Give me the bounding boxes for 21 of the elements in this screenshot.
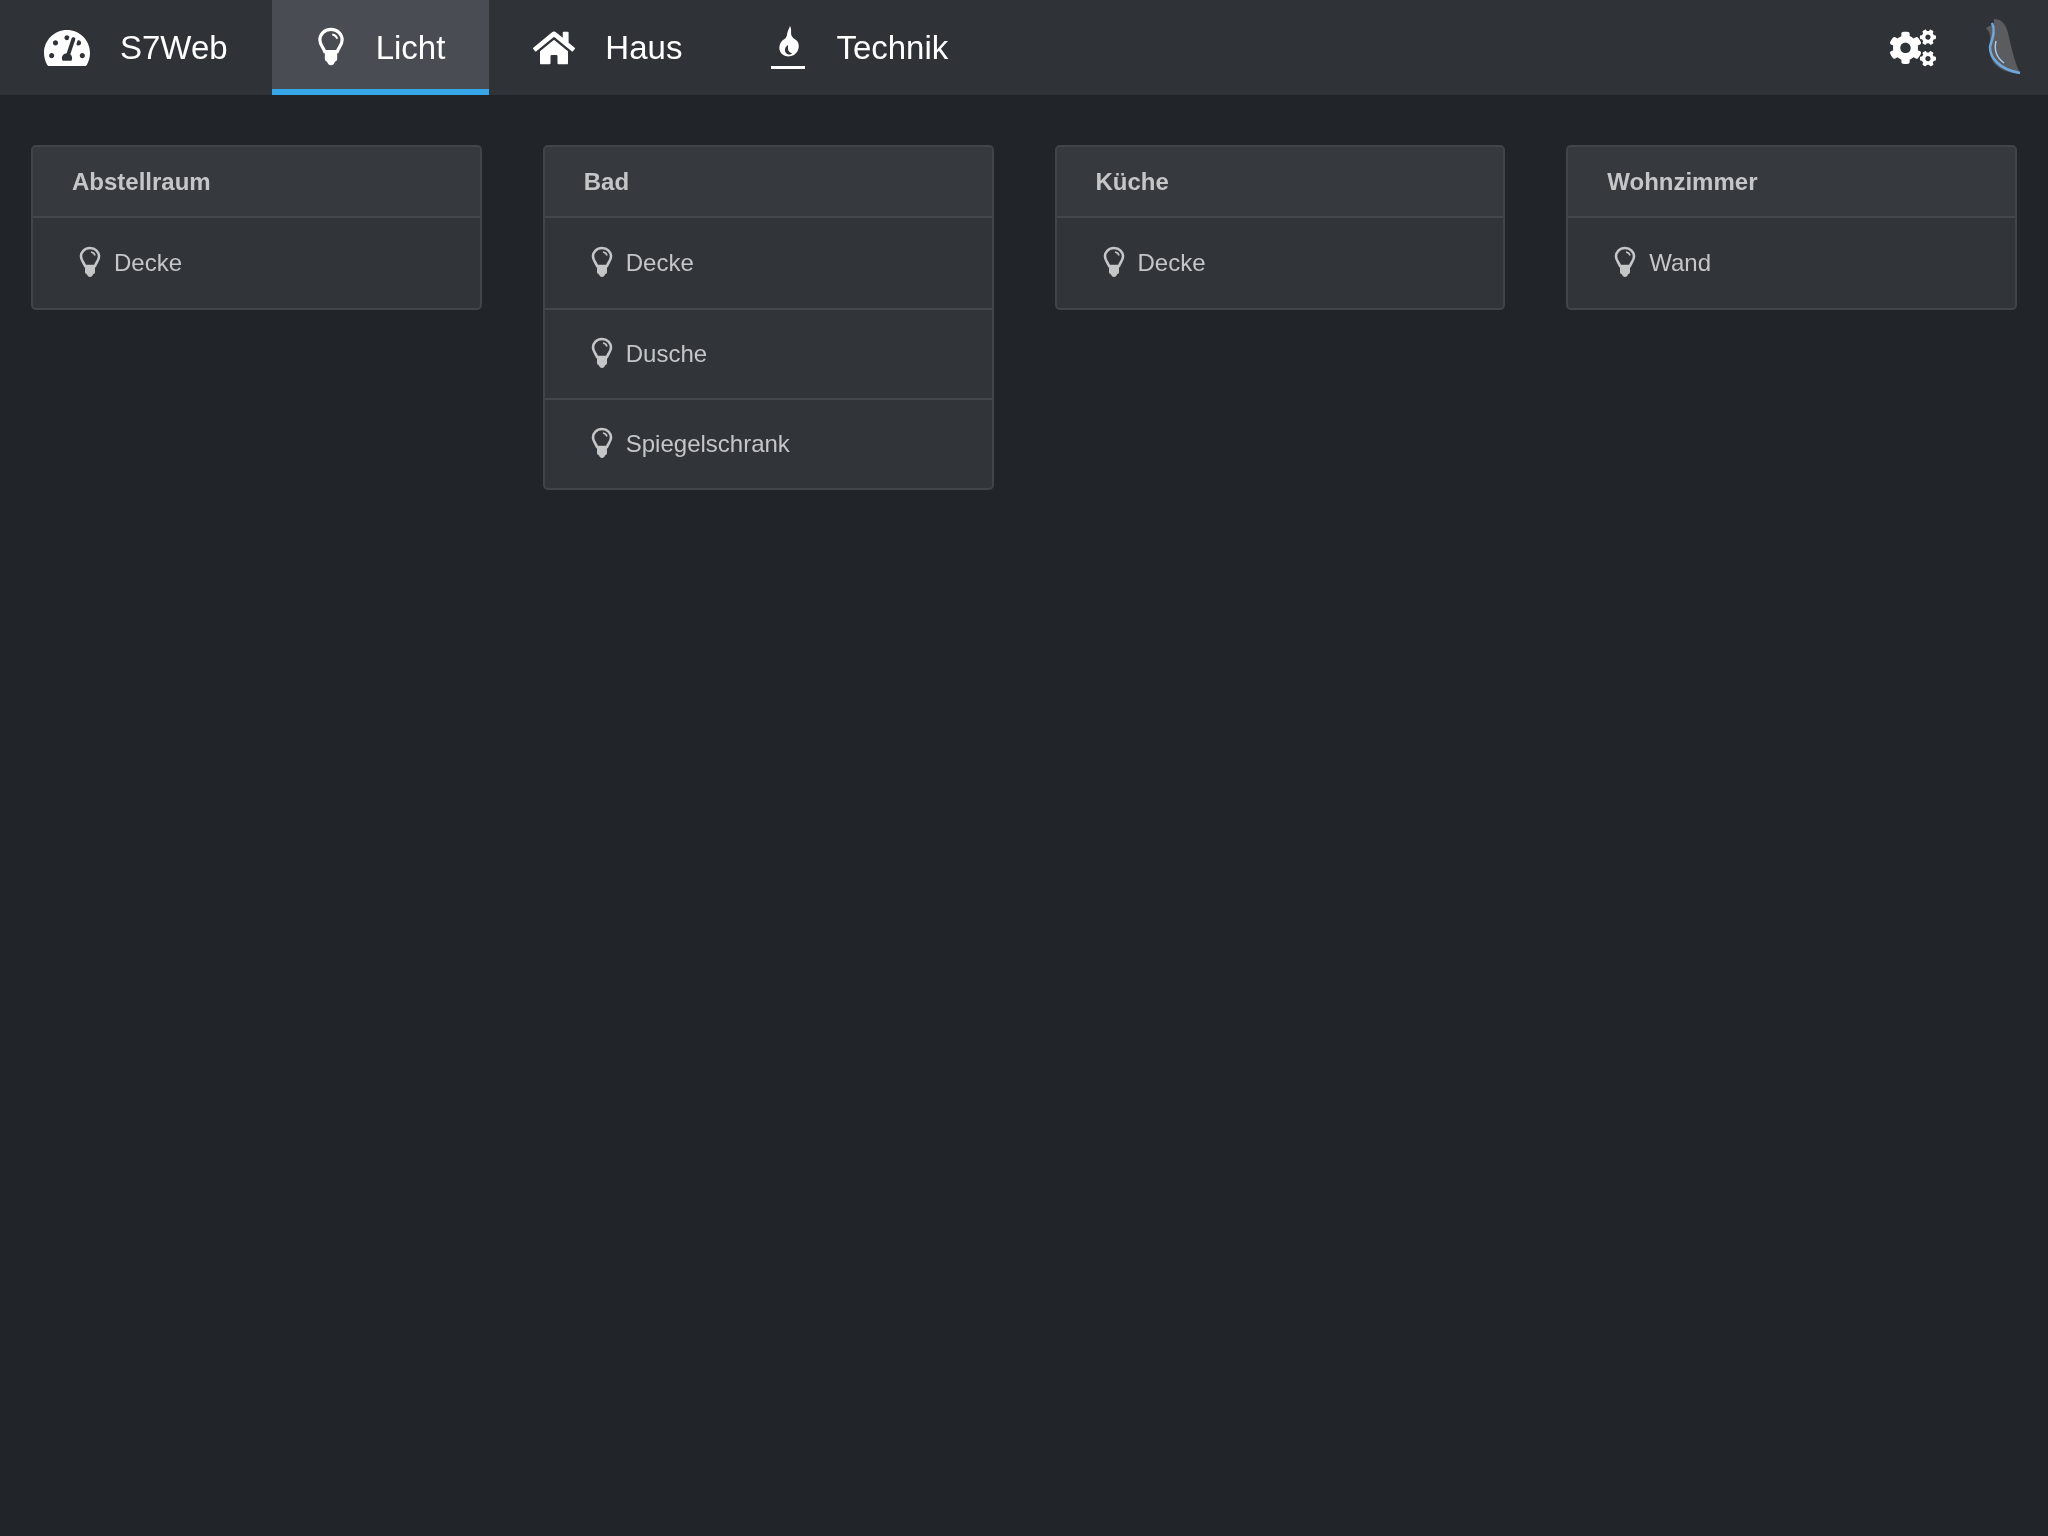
light-item[interactable]: Decke xyxy=(544,218,992,308)
room-title: Küche xyxy=(1095,166,1169,197)
lightbulb-icon xyxy=(589,427,614,461)
light-item[interactable]: Decke xyxy=(33,218,480,308)
nav-tab[interactable]: Haus xyxy=(489,0,727,95)
lightbulb-icon xyxy=(78,246,102,280)
flame-icon xyxy=(770,24,807,71)
light-item[interactable]: Decke xyxy=(1056,218,1504,308)
light-item[interactable]: Dusche xyxy=(544,308,992,398)
room-title: Wohnzimmer xyxy=(1607,166,1758,197)
lightbulb-icon xyxy=(1613,246,1638,280)
light-item[interactable]: Wand xyxy=(1568,218,2015,308)
lightbulb-icon xyxy=(1101,246,1126,280)
nav-tab[interactable]: Licht xyxy=(271,0,490,95)
light-item[interactable]: Spiegelschrank xyxy=(544,398,992,488)
nav-tab[interactable]: Technik xyxy=(726,0,993,95)
lightbulb-icon xyxy=(589,337,614,371)
room-title: Bad xyxy=(583,166,630,197)
room-title: Abstellraum xyxy=(72,166,211,197)
lightbulb-icon xyxy=(589,246,614,280)
nav-tab[interactable]: S7Web xyxy=(0,0,272,95)
